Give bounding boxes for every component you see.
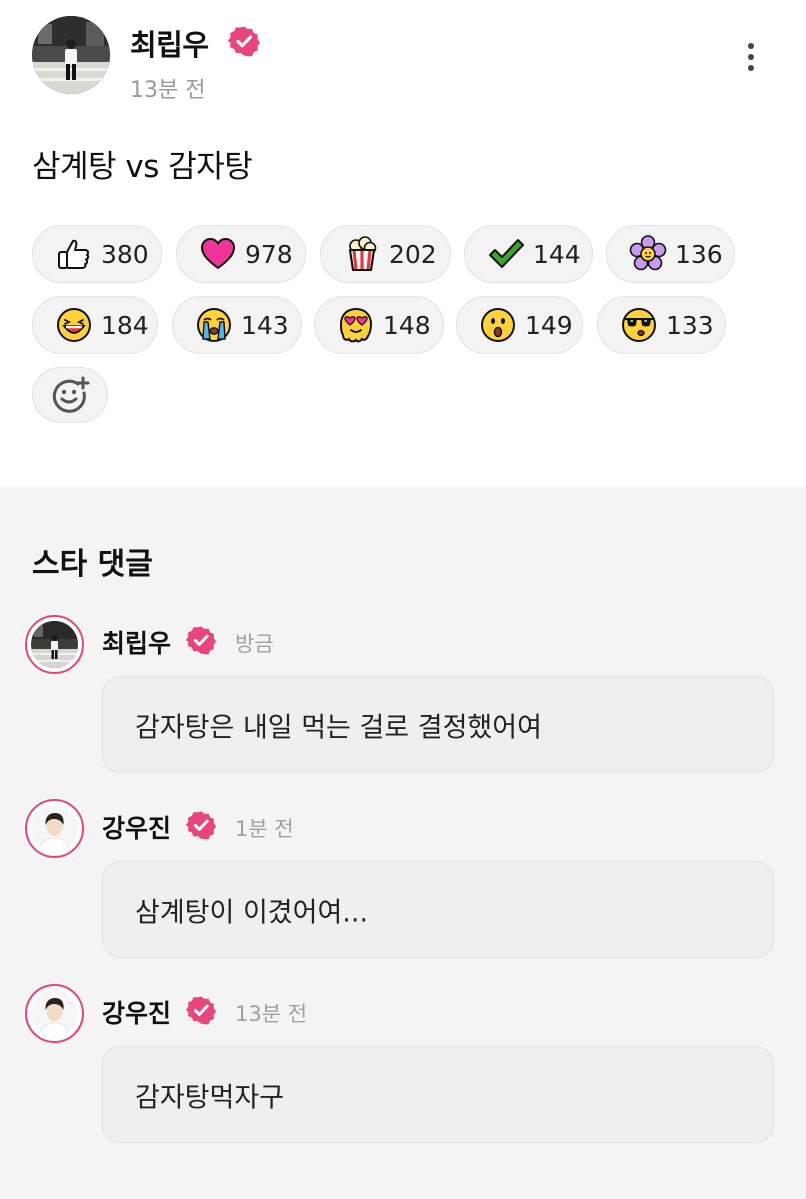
- reaction-count: 202: [389, 239, 437, 269]
- popcorn-icon: [343, 235, 381, 273]
- verified-badge-icon: [186, 626, 216, 655]
- comment-timestamp: 1분 전: [235, 817, 294, 841]
- add-reaction-button[interactable]: [32, 367, 108, 423]
- reaction-thumbs-up[interactable]: 380: [32, 225, 162, 283]
- post-body: 삼계탕 vs 감자탕: [32, 149, 253, 185]
- comment-timestamp: 13분 전: [235, 1002, 308, 1026]
- reaction-count: 133: [666, 310, 714, 340]
- reaction-crying[interactable]: 143: [172, 296, 302, 354]
- comment-bubble: 감자탕먹자구: [102, 1046, 774, 1143]
- commenter-avatar[interactable]: [25, 799, 84, 858]
- comment-text: 감자탕먹자구: [135, 1082, 285, 1113]
- reaction-popcorn[interactable]: 202: [320, 225, 451, 283]
- comment-text: 삼계탕이 이겼어여...: [135, 897, 369, 928]
- more-options-icon[interactable]: [738, 40, 764, 80]
- commenter-name[interactable]: 강우진: [102, 994, 171, 1030]
- comment-text: 감자탕은 내일 먹는 걸로 결정했어여: [135, 712, 542, 743]
- reaction-surprised[interactable]: 149: [456, 296, 583, 354]
- reaction-count: 143: [241, 310, 289, 340]
- post-card: 최립우 13분 전 삼계탕 vs 감자탕 380 978 202 144 136…: [0, 0, 806, 487]
- thumbs-up-icon: [55, 235, 93, 273]
- comment-bubble: 삼계탕이 이겼어여...: [102, 861, 774, 958]
- reaction-count: 136: [675, 239, 723, 269]
- surprised-face-icon: [479, 306, 517, 344]
- reaction-count: 380: [101, 239, 149, 269]
- commenter-avatar[interactable]: [25, 615, 84, 674]
- post-timestamp: 13분 전: [130, 78, 206, 103]
- reaction-laughing[interactable]: 184: [32, 296, 158, 354]
- sunglasses-face-icon: [620, 306, 658, 344]
- crying-face-icon: [195, 306, 233, 344]
- reaction-heart[interactable]: 978: [176, 225, 306, 283]
- section-title: 스타 댓글: [32, 547, 153, 582]
- comment-bubble: 감자탕은 내일 먹는 걸로 결정했어여: [102, 676, 774, 773]
- reaction-count: 978: [245, 239, 293, 269]
- flower-icon: [629, 235, 667, 273]
- reaction-count: 144: [533, 239, 581, 269]
- heart-icon: [199, 235, 237, 273]
- laughing-face-icon: [55, 306, 93, 344]
- comment-timestamp: 방금: [235, 632, 274, 656]
- reaction-count: 148: [383, 310, 431, 340]
- reaction-count: 149: [525, 310, 573, 340]
- verified-badge-icon: [228, 26, 260, 57]
- reaction-count: 184: [101, 310, 149, 340]
- verified-badge-icon: [186, 996, 216, 1025]
- reaction-check[interactable]: 144: [464, 225, 593, 283]
- reaction-sunglasses[interactable]: 133: [597, 296, 726, 354]
- verified-badge-icon: [186, 811, 216, 840]
- commenter-name[interactable]: 최립우: [102, 624, 171, 660]
- reaction-flower[interactable]: 136: [606, 225, 735, 283]
- author-avatar[interactable]: [32, 16, 110, 94]
- author-name[interactable]: 최립우: [130, 22, 209, 64]
- star-comments-section: 스타 댓글 최립우 방금 감자탕은 내일 먹는 걸로 결정했어여 강우진 1분 …: [0, 487, 806, 1199]
- commenter-avatar[interactable]: [25, 984, 84, 1043]
- add-emoji-icon: [52, 376, 90, 413]
- commenter-name[interactable]: 강우진: [102, 809, 171, 845]
- check-icon: [487, 235, 525, 273]
- reaction-heart-eyes[interactable]: 148: [314, 296, 444, 354]
- heart-eyes-face-icon: [337, 306, 375, 344]
